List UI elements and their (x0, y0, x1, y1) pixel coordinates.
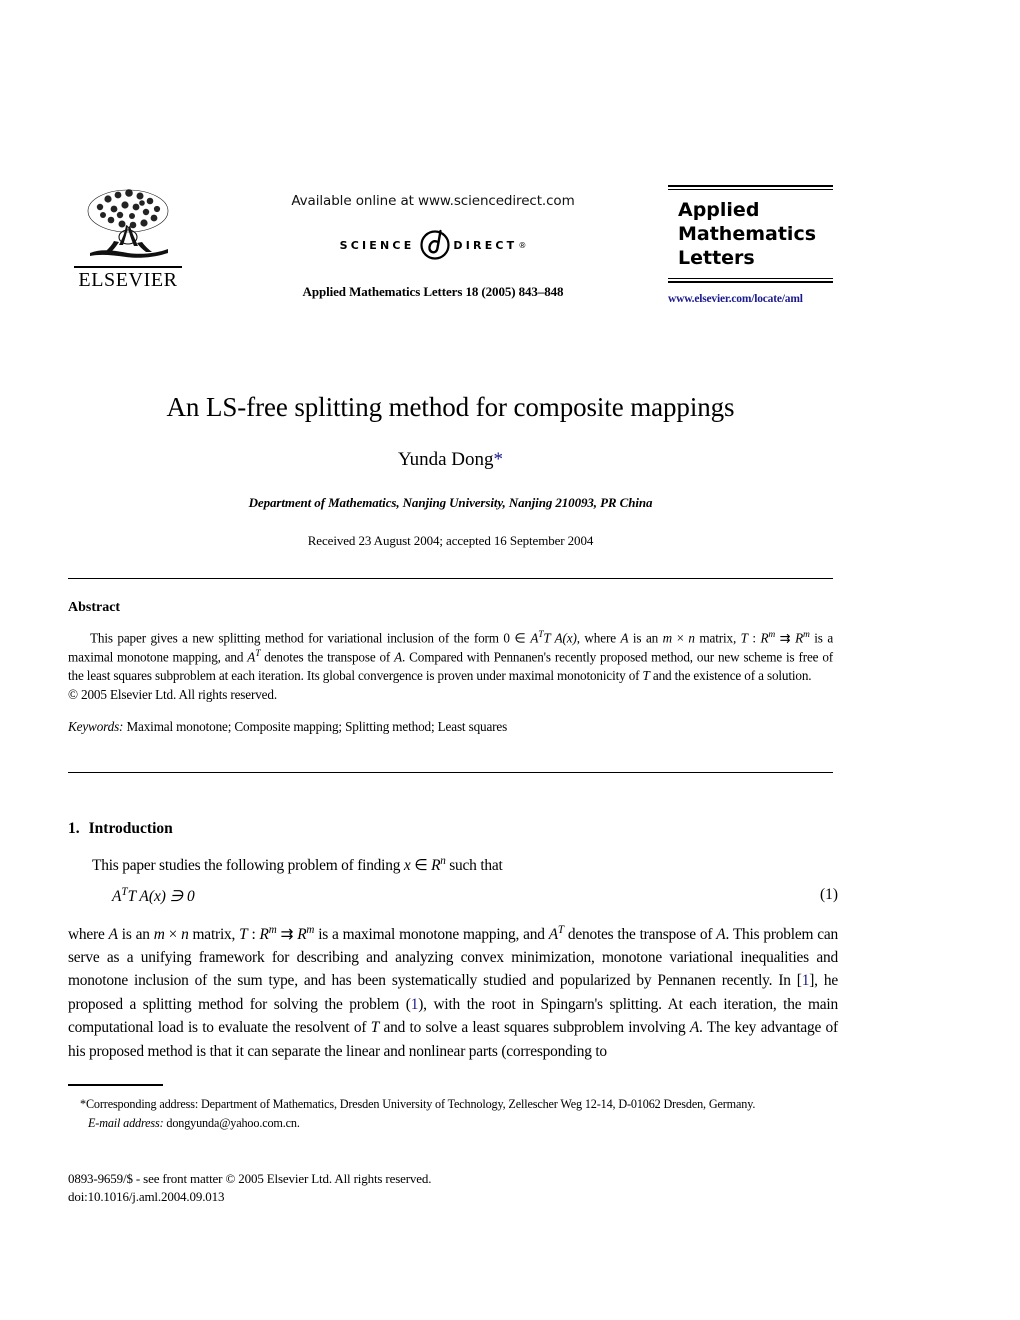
equation-row: ATT A(x) ∋ 0 (1) (68, 886, 838, 912)
author-list: Yunda Dong* (68, 449, 833, 471)
paper-page: ELSEVIER Available online at www.science… (0, 0, 1020, 1320)
sciencedirect-block: Available online at www.sciencedirect.co… (218, 193, 648, 300)
doi-line[interactable]: doi:10.1016/j.aml.2004.09.013 (68, 1188, 768, 1206)
journal-url-link[interactable]: www.elsevier.com/locate/aml (668, 293, 833, 305)
elsevier-logo-block: ELSEVIER (68, 185, 188, 291)
equation-1-number: (1) (820, 885, 838, 903)
colophon: 0893-9659/$ - see front matter © 2005 El… (68, 1170, 768, 1206)
registered-mark: ® (518, 240, 527, 250)
abstract-block: Abstract This paper gives a new splittin… (68, 600, 833, 735)
elsevier-tree-icon (76, 185, 180, 265)
section-title: Introduction (88, 820, 173, 837)
page-title: An LS-free splitting method for composit… (166, 392, 735, 422)
abstract-text: This paper gives a new splitting method … (68, 630, 834, 684)
sciencedirect-direct-word: DIRECT (453, 238, 518, 252)
issn-front-matter: 0893-9659/$ - see front matter © 2005 El… (68, 1171, 432, 1186)
sciencedirect-logo: SCIENCE DIRECT ® (218, 228, 648, 262)
equation-1: ATT A(x) ∋ 0 (112, 885, 195, 905)
journal-masthead: Applied Mathematics Letters www.elsevier… (668, 185, 833, 305)
received-accepted-dates: Received 23 August 2004; accepted 16 Sep… (307, 533, 594, 548)
journal-title-line-1: Applied (678, 198, 760, 221)
author-footnote-marker[interactable]: * (494, 449, 504, 470)
section-number: 1. (68, 820, 80, 837)
keywords-value: Maximal monotone; Composite mapping; Spl… (123, 718, 508, 734)
journal-title: Applied Mathematics Letters (668, 190, 833, 279)
intro-paragraph-2: where A is an m × n matrix, T : Rm ⇉ Rm … (68, 923, 839, 1060)
affiliation: Department of Mathematics, Nanjing Unive… (248, 495, 653, 510)
masthead: ELSEVIER Available online at www.science… (68, 185, 833, 335)
journal-rule-bottom-thick (668, 281, 833, 283)
abstract-copyright: © 2005 Elsevier Ltd. All rights reserved… (68, 686, 277, 702)
available-online-text: Available online at www.sciencedirect.co… (291, 193, 575, 209)
email-label: E-mail address: (88, 1115, 164, 1130)
elsevier-logo-rule (74, 266, 182, 268)
footnote-block: *Corresponding address: Department of Ma… (68, 1096, 836, 1132)
body-block: This paper studies the following problem… (68, 853, 838, 1063)
sciencedirect-science-word: SCIENCE (339, 238, 415, 252)
author-name: Yunda Dong (397, 449, 494, 470)
abstract-heading: Abstract (68, 600, 121, 615)
journal-title-line-3: Letters (678, 247, 755, 270)
title-block: An LS-free splitting method for composit… (68, 392, 833, 549)
email-value[interactable]: dongyunda@yahoo.com.cn. (164, 1116, 300, 1130)
keywords-label: Keywords: (68, 718, 124, 734)
journal-citation: Applied Mathematics Letters 18 (2005) 84… (302, 284, 564, 299)
sciencedirect-d-icon (418, 226, 452, 260)
intro-paragraph-1: This paper studies the following problem… (92, 855, 503, 875)
elsevier-wordmark: ELSEVIER (78, 268, 178, 291)
abstract-rule-top (68, 578, 833, 580)
section-heading-introduction: 1. Introduction (68, 820, 173, 838)
keywords: Keywords: Maximal monotone; Composite ma… (68, 719, 833, 735)
email-address-note: E-mail address: dongyunda@yahoo.com.cn. (68, 1115, 836, 1132)
abstract-rule-bottom (68, 772, 833, 774)
corresponding-address-note: *Corresponding address: Department of Ma… (80, 1097, 756, 1111)
footnote-separator-rule (68, 1084, 163, 1086)
journal-title-line-2: Mathematics (678, 222, 817, 245)
element-of-symbol: ∈ (514, 630, 526, 646)
